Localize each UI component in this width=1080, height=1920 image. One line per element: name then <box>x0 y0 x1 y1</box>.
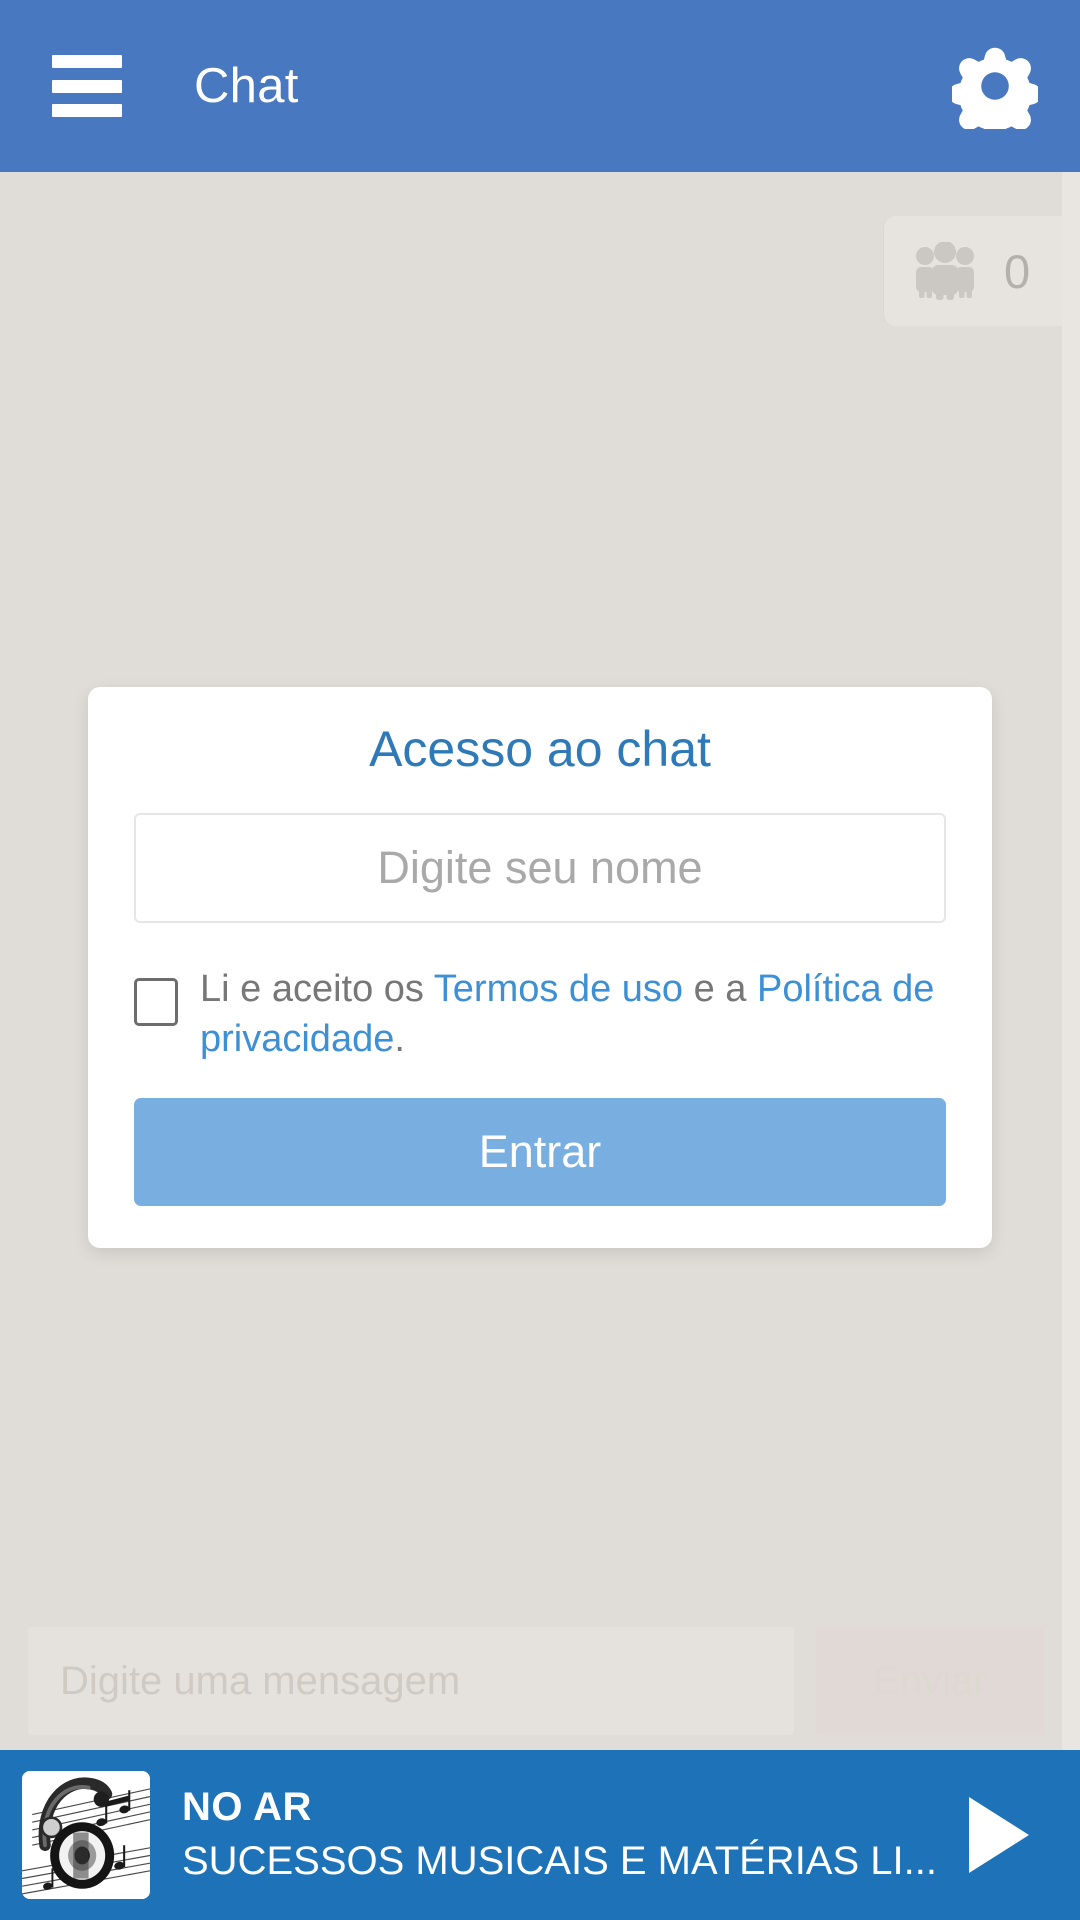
login-card-title: Acesso ao chat <box>369 721 711 777</box>
terms-checkbox[interactable] <box>134 977 178 1026</box>
people-group-icon <box>916 242 974 300</box>
radio-player-bar: NO AR SUCESSOS MUSICAIS E MATÉRIAS LI... <box>0 1750 1080 1920</box>
terms-text: Li e aceito os Termos de uso e a Polític… <box>200 960 946 1066</box>
gear-icon[interactable] <box>952 43 1038 129</box>
terms-of-use-link[interactable]: Termos de uso <box>434 968 683 1010</box>
hamburger-bar <box>52 79 122 93</box>
terms-suffix: . <box>394 1018 405 1061</box>
chat-app-screen: Chat 0 Digite uma mensagem Enviar Acesso… <box>0 0 1080 1920</box>
chat-scrollbar[interactable] <box>1062 172 1080 1750</box>
terms-prefix: Li e aceito os <box>200 967 434 1010</box>
terms-middle: e a <box>683 967 757 1010</box>
hamburger-menu-icon[interactable] <box>52 55 122 117</box>
chat-login-card: Acesso ao chat Li e aceito os Termos de … <box>88 687 992 1249</box>
viewers-count-value: 0 <box>1004 244 1031 298</box>
play-icon <box>969 1797 1029 1873</box>
player-metadata: NO AR SUCESSOS MUSICAIS E MATÉRIAS LI... <box>182 1785 950 1886</box>
message-composer: Enviar <box>0 1612 1062 1750</box>
terms-acceptance-row: Li e aceito os Termos de uso e a Polític… <box>134 960 946 1066</box>
page-title: Chat <box>194 58 299 113</box>
send-button[interactable]: Enviar <box>816 1627 1044 1735</box>
on-air-label: NO AR <box>182 1784 312 1829</box>
message-input[interactable] <box>28 1627 794 1735</box>
play-button[interactable] <box>950 1787 1046 1883</box>
station-thumbnail <box>22 1771 150 1899</box>
name-input[interactable] <box>134 812 946 923</box>
app-header: Chat <box>0 0 1080 172</box>
program-title: SUCESSOS MUSICAIS E MATÉRIAS LI... <box>182 1839 937 1884</box>
enter-button[interactable]: Entrar <box>134 1098 946 1207</box>
hamburger-bar <box>52 55 122 68</box>
viewers-count-badge: 0 <box>884 216 1062 326</box>
hamburger-bar <box>52 104 122 117</box>
